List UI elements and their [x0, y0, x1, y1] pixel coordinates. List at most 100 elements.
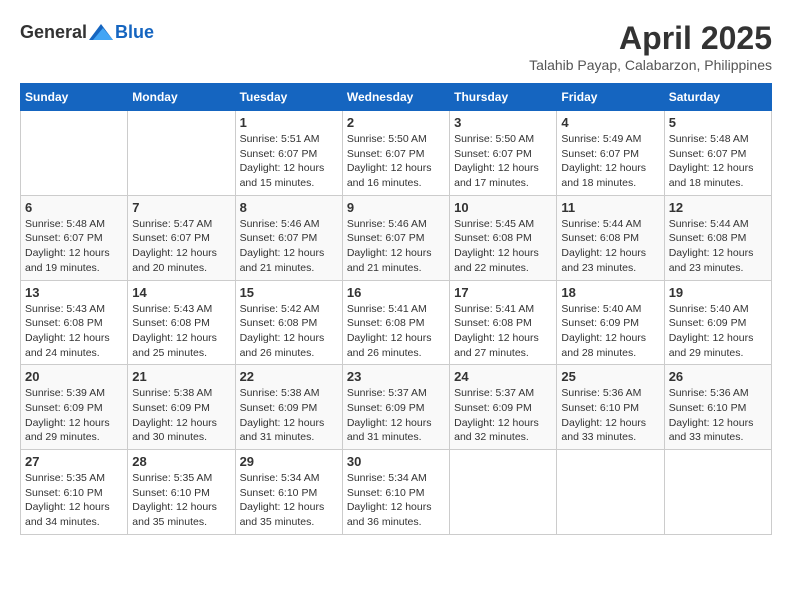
calendar-body: 1 Sunrise: 5:51 AMSunset: 6:07 PMDaylight… [21, 111, 772, 535]
day-number: 7 [132, 200, 230, 215]
day-info: Sunrise: 5:44 AMSunset: 6:08 PMDaylight:… [669, 217, 767, 276]
calendar-cell: 8 Sunrise: 5:46 AMSunset: 6:07 PMDaylight… [235, 195, 342, 280]
calendar-week-4: 20Sunrise: 5:39 AMSunset: 6:09 PMDayligh… [21, 365, 772, 450]
location-title: Talahib Payap, Calabarzon, Philippines [529, 57, 772, 73]
day-number: 19 [669, 285, 767, 300]
day-info: Sunrise: 5:50 AMSunset: 6:07 PMDaylight:… [454, 132, 552, 191]
day-info: Sunrise: 5:51 AMSunset: 6:07 PMDaylight:… [240, 132, 338, 191]
day-info: Sunrise: 5:40 AMSunset: 6:09 PMDaylight:… [669, 302, 767, 361]
day-number: 22 [240, 369, 338, 384]
day-info: Sunrise: 5:46 AMSunset: 6:07 PMDaylight:… [347, 217, 445, 276]
day-number: 14 [132, 285, 230, 300]
header-friday: Friday [557, 84, 664, 111]
day-number: 5 [669, 115, 767, 130]
day-info: Sunrise: 5:48 AMSunset: 6:07 PMDaylight:… [25, 217, 123, 276]
month-title: April 2025 [529, 20, 772, 57]
day-number: 29 [240, 454, 338, 469]
day-info: Sunrise: 5:34 AMSunset: 6:10 PMDaylight:… [347, 471, 445, 530]
calendar-cell: 12 Sunrise: 5:44 AMSunset: 6:08 PMDayligh… [664, 195, 771, 280]
day-info: Sunrise: 5:38 AMSunset: 6:09 PMDaylight:… [132, 386, 230, 445]
day-info: Sunrise: 5:41 AMSunset: 6:08 PMDaylight:… [454, 302, 552, 361]
calendar-cell: 26Sunrise: 5:36 AMSunset: 6:10 PMDayligh… [664, 365, 771, 450]
day-info: Sunrise: 5:34 AMSunset: 6:10 PMDaylight:… [240, 471, 338, 530]
calendar-cell: 21 Sunrise: 5:38 AMSunset: 6:09 PMDayligh… [128, 365, 235, 450]
day-number: 23 [347, 369, 445, 384]
day-number: 28 [132, 454, 230, 469]
calendar-cell: 24 Sunrise: 5:37 AMSunset: 6:09 PMDayligh… [450, 365, 557, 450]
logo: General Blue [20, 20, 154, 44]
header-monday: Monday [128, 84, 235, 111]
calendar-cell: 1 Sunrise: 5:51 AMSunset: 6:07 PMDaylight… [235, 111, 342, 196]
header-thursday: Thursday [450, 84, 557, 111]
calendar-week-2: 6 Sunrise: 5:48 AMSunset: 6:07 PMDaylight… [21, 195, 772, 280]
day-number: 16 [347, 285, 445, 300]
calendar-cell: 16 Sunrise: 5:41 AMSunset: 6:08 PMDayligh… [342, 280, 449, 365]
title-area: April 2025 Talahib Payap, Calabarzon, Ph… [529, 20, 772, 73]
day-info: Sunrise: 5:35 AMSunset: 6:10 PMDaylight:… [25, 471, 123, 530]
calendar-cell: 3 Sunrise: 5:50 AMSunset: 6:07 PMDaylight… [450, 111, 557, 196]
day-number: 10 [454, 200, 552, 215]
day-number: 26 [669, 369, 767, 384]
calendar-cell: 19 Sunrise: 5:40 AMSunset: 6:09 PMDayligh… [664, 280, 771, 365]
header-saturday: Saturday [664, 84, 771, 111]
calendar-cell [128, 111, 235, 196]
calendar-cell: 28 Sunrise: 5:35 AMSunset: 6:10 PMDayligh… [128, 450, 235, 535]
day-info: Sunrise: 5:43 AMSunset: 6:08 PMDaylight:… [132, 302, 230, 361]
calendar-cell: 4 Sunrise: 5:49 AMSunset: 6:07 PMDaylight… [557, 111, 664, 196]
logo-blue-text: Blue [115, 22, 154, 43]
day-number: 15 [240, 285, 338, 300]
day-number: 21 [132, 369, 230, 384]
day-info: Sunrise: 5:50 AMSunset: 6:07 PMDaylight:… [347, 132, 445, 191]
day-number: 18 [561, 285, 659, 300]
day-info: Sunrise: 5:48 AMSunset: 6:07 PMDaylight:… [669, 132, 767, 191]
day-number: 12 [669, 200, 767, 215]
calendar-cell: 14 Sunrise: 5:43 AMSunset: 6:08 PMDayligh… [128, 280, 235, 365]
day-number: 11 [561, 200, 659, 215]
day-info: Sunrise: 5:37 AMSunset: 6:09 PMDaylight:… [454, 386, 552, 445]
calendar-cell [664, 450, 771, 535]
day-number: 3 [454, 115, 552, 130]
calendar-cell: 5 Sunrise: 5:48 AMSunset: 6:07 PMDaylight… [664, 111, 771, 196]
calendar-cell: 30 Sunrise: 5:34 AMSunset: 6:10 PMDayligh… [342, 450, 449, 535]
calendar-cell [557, 450, 664, 535]
header-tuesday: Tuesday [235, 84, 342, 111]
day-number: 6 [25, 200, 123, 215]
calendar-cell: 6 Sunrise: 5:48 AMSunset: 6:07 PMDaylight… [21, 195, 128, 280]
header-sunday: Sunday [21, 84, 128, 111]
day-number: 1 [240, 115, 338, 130]
calendar-cell: 17Sunrise: 5:41 AMSunset: 6:08 PMDayligh… [450, 280, 557, 365]
day-number: 24 [454, 369, 552, 384]
day-info: Sunrise: 5:35 AMSunset: 6:10 PMDaylight:… [132, 471, 230, 530]
day-number: 4 [561, 115, 659, 130]
calendar-cell: 20Sunrise: 5:39 AMSunset: 6:09 PMDayligh… [21, 365, 128, 450]
calendar-cell: 27Sunrise: 5:35 AMSunset: 6:10 PMDayligh… [21, 450, 128, 535]
calendar-cell: 10 Sunrise: 5:45 AMSunset: 6:08 PMDayligh… [450, 195, 557, 280]
calendar-cell: 13 Sunrise: 5:43 AMSunset: 6:08 PMDayligh… [21, 280, 128, 365]
calendar-cell: 7Sunrise: 5:47 AMSunset: 6:07 PMDaylight… [128, 195, 235, 280]
day-info: Sunrise: 5:40 AMSunset: 6:09 PMDaylight:… [561, 302, 659, 361]
day-info: Sunrise: 5:41 AMSunset: 6:08 PMDaylight:… [347, 302, 445, 361]
day-info: Sunrise: 5:37 AMSunset: 6:09 PMDaylight:… [347, 386, 445, 445]
day-number: 30 [347, 454, 445, 469]
day-info: Sunrise: 5:38 AMSunset: 6:09 PMDaylight:… [240, 386, 338, 445]
calendar-cell: 15 Sunrise: 5:42 AMSunset: 6:08 PMDayligh… [235, 280, 342, 365]
calendar-cell: 22 Sunrise: 5:38 AMSunset: 6:09 PMDayligh… [235, 365, 342, 450]
day-info: Sunrise: 5:46 AMSunset: 6:07 PMDaylight:… [240, 217, 338, 276]
calendar-week-3: 13 Sunrise: 5:43 AMSunset: 6:08 PMDayligh… [21, 280, 772, 365]
day-info: Sunrise: 5:43 AMSunset: 6:08 PMDaylight:… [25, 302, 123, 361]
day-number: 20 [25, 369, 123, 384]
day-info: Sunrise: 5:36 AMSunset: 6:10 PMDaylight:… [561, 386, 659, 445]
day-info: Sunrise: 5:42 AMSunset: 6:08 PMDaylight:… [240, 302, 338, 361]
day-number: 13 [25, 285, 123, 300]
day-info: Sunrise: 5:49 AMSunset: 6:07 PMDaylight:… [561, 132, 659, 191]
calendar-header-row: Sunday Monday Tuesday Wednesday Thursday… [21, 84, 772, 111]
day-info: Sunrise: 5:45 AMSunset: 6:08 PMDaylight:… [454, 217, 552, 276]
header-area: General Blue April 2025 Talahib Payap, C… [20, 20, 772, 73]
calendar-cell [21, 111, 128, 196]
header-wednesday: Wednesday [342, 84, 449, 111]
day-number: 2 [347, 115, 445, 130]
calendar-cell: 25Sunrise: 5:36 AMSunset: 6:10 PMDayligh… [557, 365, 664, 450]
day-number: 8 [240, 200, 338, 215]
calendar-cell: 18 Sunrise: 5:40 AMSunset: 6:09 PMDayligh… [557, 280, 664, 365]
calendar-cell: 29 Sunrise: 5:34 AMSunset: 6:10 PMDayligh… [235, 450, 342, 535]
